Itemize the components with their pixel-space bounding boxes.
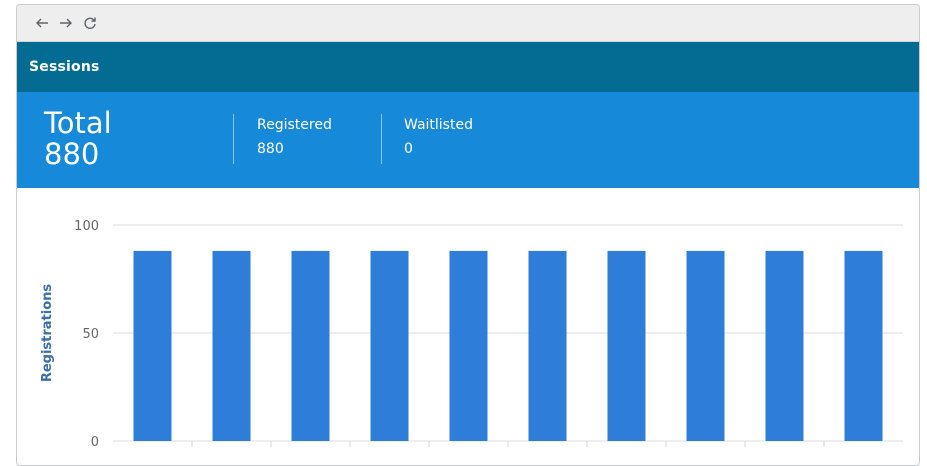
bar-chart: 0 50 100 Registrations [40, 219, 903, 450]
bar [528, 250, 567, 441]
sessions-title: Sessions [29, 59, 100, 75]
registrations-chart: 0 50 100 Registrations [17, 188, 919, 465]
bar [133, 250, 172, 441]
bar [686, 250, 725, 441]
divider [381, 114, 382, 164]
bar [449, 250, 488, 441]
bar [607, 250, 646, 441]
y-tick-label: 0 [91, 435, 99, 450]
total-stat: Total 880 [44, 108, 112, 170]
bar [212, 250, 251, 441]
stats-bar: Total 880 Registered 880 Waitlisted 0 [17, 92, 919, 188]
y-tick-label: 50 [82, 327, 99, 342]
total-value: 880 [44, 137, 100, 171]
bar [844, 250, 883, 441]
y-tick-label: 100 [74, 219, 99, 234]
registered-label: Registered [257, 117, 332, 133]
bar [370, 250, 409, 441]
back-arrow-icon[interactable] [31, 12, 53, 34]
waitlisted-stat: Waitlisted 0 [404, 113, 473, 161]
reload-icon[interactable] [79, 12, 101, 34]
waitlisted-value: 0 [404, 141, 413, 157]
browser-toolbar [17, 5, 919, 42]
total-label: Total [44, 106, 112, 140]
sessions-header: Sessions [17, 42, 919, 100]
registered-value: 880 [257, 141, 284, 157]
browser-window: Sessions Total 880 Registered 880 Waitli… [16, 4, 920, 466]
forward-arrow-icon[interactable] [55, 12, 77, 34]
y-axis-label: Registrations [40, 284, 55, 383]
bar [765, 250, 804, 441]
divider [233, 114, 234, 164]
registered-stat: Registered 880 [257, 113, 332, 161]
waitlisted-label: Waitlisted [404, 117, 473, 133]
bar [291, 250, 330, 441]
